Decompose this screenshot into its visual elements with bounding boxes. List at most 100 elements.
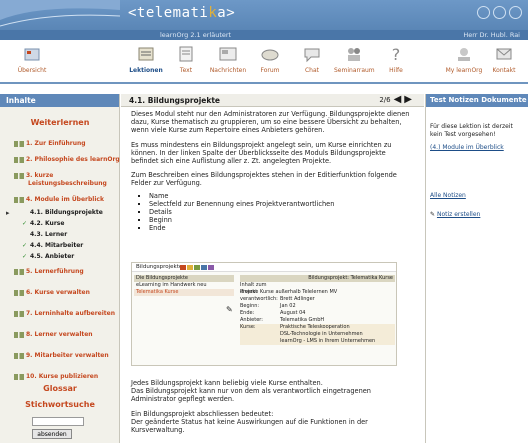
continue-learning-link[interactable]: Weiterlernen: [0, 118, 120, 127]
check-icon: ✓: [22, 242, 28, 249]
sidebar-item-1[interactable]: 1. Zur Einführung: [0, 140, 120, 147]
notes-sidebar: Test Notizen Dokumente Für diese Lektion…: [425, 94, 528, 443]
paragraph: Dieses Modul steht nur den Administrator…: [131, 110, 410, 135]
help-icon: ?: [392, 45, 401, 64]
sidebar-item-5[interactable]: 5. Lernerführung: [0, 268, 120, 275]
sidebar-item-4-4[interactable]: ✓ 4.4. Mitarbeiter: [0, 242, 120, 249]
page-title: 4.1. Bildungsprojekte: [129, 96, 221, 105]
paragraph: Zum Beschreiben eines Bildungsprojektes …: [131, 171, 397, 188]
list-item: Details: [149, 208, 414, 216]
screenshot-bar: Bildungsprojekte: [132, 263, 396, 272]
module-overview-link[interactable]: (4.) Module im Überblick: [430, 144, 504, 151]
svg-text:?: ?: [392, 45, 401, 64]
seminar-icon: [348, 48, 360, 61]
lesson-text: Dieses Modul steht nur den Administrator…: [131, 110, 414, 239]
embedded-screenshot: Bildungsprojekte Die Bildungsprojekte eL…: [131, 262, 397, 366]
forum-icon: [261, 49, 279, 61]
module-toolbar: Übersicht Lektionen Text Nachrichten For…: [0, 40, 528, 84]
notes-sidebar-body: Für diese Lektion ist derzeit kein Test …: [426, 107, 528, 225]
toolbar-my-learnorg[interactable]: My learnOrg: [444, 44, 484, 74]
sidebar-item-4-5[interactable]: ✓ 4.5. Anbieter: [0, 253, 120, 260]
next-page-icon[interactable]: ▶: [404, 95, 412, 105]
header-swoosh-graphic: [0, 0, 120, 27]
no-test-note: Für diese Lektion ist derzeit kein Test …: [430, 123, 513, 138]
version-text: learnOrg 2.1 erläutert: [160, 31, 232, 39]
toolbar-overview[interactable]: Übersicht: [12, 44, 52, 74]
book-icon: [14, 352, 24, 359]
sidebar-item-2[interactable]: 2. Philosophie des learnOrg: [0, 156, 120, 163]
toolbar-text[interactable]: Text: [166, 44, 206, 74]
sub-header: learnOrg 2.1 erläutert Herr Dr. Hubl. Ra…: [0, 30, 528, 40]
sidebar-item-9[interactable]: 9. Mitarbeiter verwalten: [0, 352, 120, 359]
book-icon: [14, 268, 24, 275]
book-icon: [14, 196, 24, 203]
sidebar-item-8[interactable]: 8. Lerner verwalten: [0, 331, 120, 338]
sidebar-title: Inhalte: [0, 94, 119, 107]
keyword-search-label: Stichwortsuche: [25, 400, 95, 409]
glossary-link[interactable]: Glossar: [0, 384, 120, 393]
sidebar-item-4-1[interactable]: 4.1. Bildungsprojekte: [0, 209, 120, 217]
pen-icon: ✎: [430, 211, 436, 218]
contact-icon: [496, 48, 512, 60]
search-submit-button[interactable]: absenden: [32, 429, 72, 439]
all-notes-link[interactable]: Alle Notizen: [430, 192, 466, 199]
sidebar-item-4-2[interactable]: ✓ 4.2. Kurse: [0, 220, 120, 227]
field-list: Name Selectfeld zur Benennung eines Proj…: [149, 192, 414, 233]
book-icon: [14, 331, 24, 338]
lessons-icon: [138, 47, 154, 61]
user-name: Herr Dr. Hubl. Rai: [463, 31, 520, 39]
create-note-link[interactable]: Notiz erstellen: [437, 211, 480, 218]
globe-icon[interactable]: [477, 6, 490, 19]
sidebar-item-3[interactable]: 3. kurze: [0, 172, 120, 179]
edit-icon: ✎: [226, 305, 233, 314]
screenshot-project-detail: Bildungsprojekt: Telematika Kurse Inhalt…: [240, 275, 395, 345]
brand-logo: <telematika>: [128, 5, 236, 21]
app-header: <telematika>: [0, 0, 528, 30]
sidebar-item-4-3[interactable]: 4.3. Lerner: [0, 231, 120, 238]
paragraph: Jedes Bildungsprojekt kann beliebig viel…: [131, 379, 323, 387]
toolbar-seminar[interactable]: Seminarraum: [334, 44, 375, 74]
screenshot-project-list: Die Bildungsprojekte eLearning im Handwe…: [134, 275, 234, 296]
sidebar-item-4[interactable]: 4. Module im Überblick: [0, 196, 120, 203]
list-item: Name: [149, 192, 414, 200]
list-item: Selectfeld zur Benennung eines Projektve…: [149, 200, 414, 208]
logout-icon[interactable]: [509, 6, 522, 19]
page-indicator: 2/6: [379, 96, 391, 104]
header-window-controls: [477, 6, 522, 19]
check-icon: ✓: [22, 253, 28, 260]
check-icon: ✓: [22, 220, 28, 227]
my-learnorg-icon: [458, 48, 470, 61]
paragraph: Ein Bildungsprojekt abschliessen bedeute…: [131, 409, 274, 418]
paragraph: Das Bildungsprojekt kann nur von dem als…: [131, 387, 371, 404]
book-icon: [14, 289, 24, 296]
text-icon: [179, 46, 193, 62]
book-icon: [14, 373, 24, 380]
prev-page-icon[interactable]: ◀: [394, 95, 402, 105]
toolbar-chat[interactable]: Chat: [292, 44, 332, 74]
toolbar-help[interactable]: ? Hilfe: [376, 44, 416, 74]
book-icon: [14, 172, 24, 179]
lesson-header: 4.1. Bildungsprojekte 2/6 ◀ ▶: [121, 94, 424, 107]
keyword-search-input[interactable]: [32, 417, 84, 426]
color-swatches: [180, 265, 214, 270]
list-item: Ende: [149, 224, 414, 232]
toolbar-news[interactable]: Nachrichten: [208, 44, 248, 74]
paragraph: Der geänderte Status hat keine Auswirkun…: [131, 417, 368, 435]
toolbar-forum[interactable]: Forum: [250, 44, 290, 74]
page-navigation: 2/6 ◀ ▶: [379, 95, 412, 105]
book-icon: [14, 156, 24, 163]
overview-icon: [24, 48, 40, 61]
toolbar-lessons[interactable]: Lektionen: [126, 44, 166, 74]
list-item: Beginn: [149, 216, 414, 224]
home-icon[interactable]: [493, 6, 506, 19]
sidebar-item-7[interactable]: 7. Lerninhalte aufbereiten: [0, 310, 120, 317]
sidebar-item-6[interactable]: 6. Kurse verwalten: [0, 289, 120, 296]
all-notes-row: Alle Notizen: [430, 192, 524, 200]
sidebar-item-10[interactable]: 10. Kurse publizieren: [0, 373, 120, 380]
book-icon: [14, 140, 24, 147]
toolbar-contact[interactable]: Kontakt: [484, 44, 524, 74]
sidebar-item-3-cont[interactable]: Leistungsbeschreibung: [0, 180, 120, 187]
module-link-row: (4.) Module im Überblick: [430, 144, 524, 152]
paragraph: Es muss mindestens ein Bildungsprojekt a…: [131, 140, 392, 166]
news-icon: [219, 47, 237, 61]
